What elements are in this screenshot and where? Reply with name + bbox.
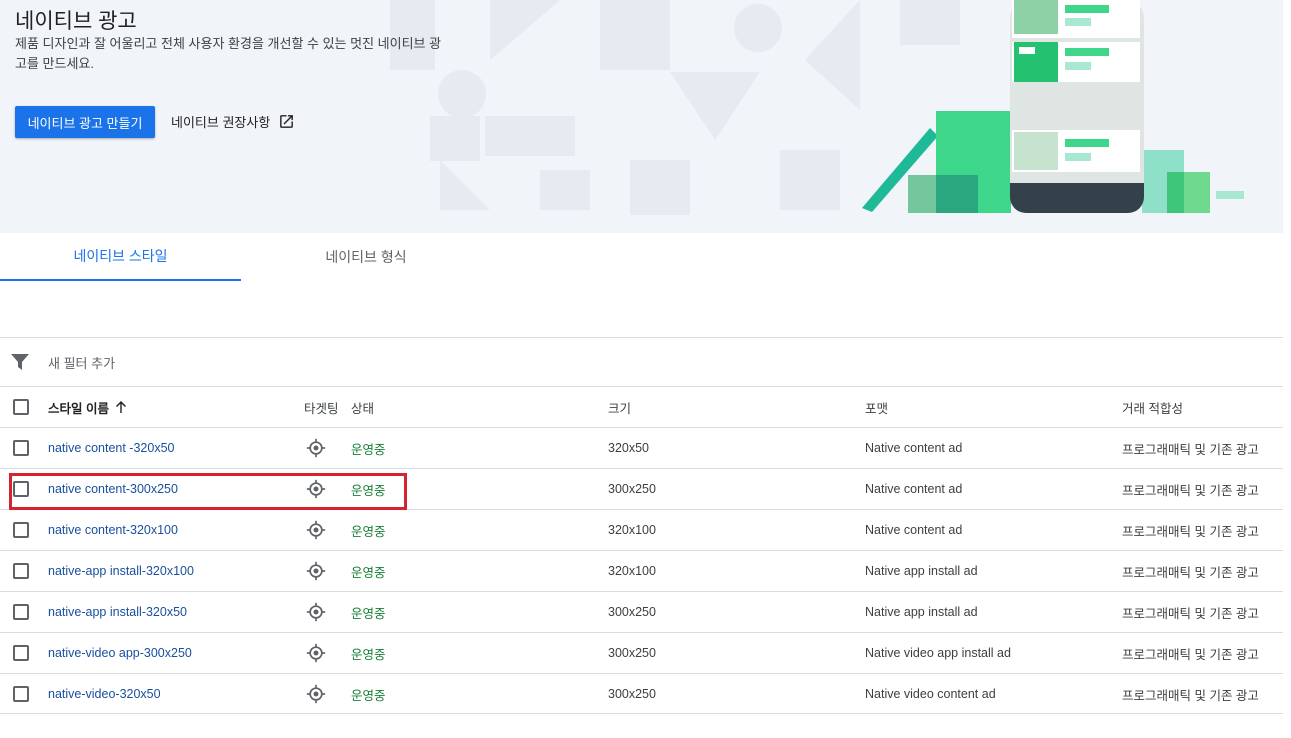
- tab-native-styles[interactable]: 네이티브 스타일: [0, 233, 241, 281]
- deal-eligibility-cell: 프로그래매틱 및 기존 광고: [1122, 606, 1259, 621]
- status-cell: 운영중: [351, 647, 386, 662]
- tab-native-formats[interactable]: 네이티브 형식: [246, 233, 486, 281]
- deal-eligibility-cell: 프로그래매틱 및 기존 광고: [1122, 688, 1259, 703]
- size-cell: 320x100: [608, 523, 656, 537]
- column-header-status[interactable]: 상태: [351, 387, 431, 427]
- deal-eligibility-cell: 프로그래매틱 및 기존 광고: [1122, 483, 1259, 498]
- targeting-icon[interactable]: [306, 684, 326, 704]
- deal-eligibility-cell: 프로그래매틱 및 기존 광고: [1122, 565, 1259, 580]
- style-name-link[interactable]: native content-320x100: [48, 523, 178, 537]
- arrow-up-icon: [115, 401, 126, 413]
- table-row: native-app install-320x100 운영중 320x100 Nati…: [0, 550, 1283, 591]
- format-cell: Native content ad: [865, 482, 963, 496]
- format-cell: Native app install ad: [865, 564, 978, 578]
- table-row: native-video-320x50 운영중 300x250 Native vide…: [0, 673, 1283, 714]
- table-row: native content -320x50 운영중 320x50 Native co…: [0, 427, 1283, 468]
- select-all-checkbox[interactable]: [13, 399, 29, 415]
- status-cell: 운영중: [351, 565, 386, 580]
- table-header: 스타일 이름 타겟팅 상태 크기 포맷 거래 적합성: [0, 386, 1283, 427]
- page-description: 제품 디자인과 잘 어울리고 전체 사용자 환경을 개선할 수 있는 멋진 네이…: [15, 36, 442, 71]
- add-filter-input[interactable]: 새 필터 추가: [48, 353, 115, 372]
- table-body: native content -320x50 운영중 320x50 Native co…: [0, 427, 1283, 714]
- column-header-target[interactable]: 타겟팅: [304, 387, 340, 427]
- format-cell: Native app install ad: [865, 605, 978, 619]
- column-header-deal[interactable]: 거래 적합성: [1122, 387, 1282, 427]
- table-row: native content-300x250 운영중 300x250 Native c…: [0, 468, 1283, 509]
- style-name-link[interactable]: native-app install-320x50: [48, 605, 187, 619]
- format-cell: Native video content ad: [865, 687, 996, 701]
- targeting-icon[interactable]: [306, 438, 326, 458]
- row-checkbox[interactable]: [13, 604, 29, 620]
- row-checkbox[interactable]: [13, 440, 29, 456]
- format-cell: Native content ad: [865, 523, 963, 537]
- column-header-name-label: 스타일 이름: [48, 401, 109, 416]
- hero-banner: 네이티브 광고 제품 디자인과 잘 어울리고 전체 사용자 환경을 개선할 수 …: [0, 0, 1283, 233]
- status-cell: 운영중: [351, 606, 386, 621]
- size-cell: 300x250: [608, 687, 656, 701]
- column-header-format[interactable]: 포맷: [865, 387, 1105, 427]
- table-row: native content-320x100 운영중 320x100 Native c…: [0, 509, 1283, 550]
- create-native-ad-button[interactable]: 네이티브 광고 만들기: [15, 106, 155, 138]
- table-row: native-video app-300x250 운영중 300x250 Native…: [0, 632, 1283, 673]
- style-name-link[interactable]: native content-300x250: [48, 482, 178, 496]
- column-header-name[interactable]: 스타일 이름: [48, 387, 288, 427]
- deal-eligibility-cell: 프로그래매틱 및 기존 광고: [1122, 442, 1259, 457]
- targeting-icon[interactable]: [306, 561, 326, 581]
- row-checkbox[interactable]: [13, 686, 29, 702]
- row-checkbox[interactable]: [13, 481, 29, 497]
- style-name-link[interactable]: native-video app-300x250: [48, 646, 192, 660]
- size-cell: 300x250: [608, 646, 656, 660]
- status-cell: 운영중: [351, 483, 386, 498]
- native-guidelines-label: 네이티브 권장사항: [171, 115, 271, 130]
- deal-eligibility-cell: 프로그래매틱 및 기존 광고: [1122, 647, 1259, 662]
- targeting-icon[interactable]: [306, 479, 326, 499]
- row-checkbox[interactable]: [13, 522, 29, 538]
- filter-icon[interactable]: [11, 354, 29, 370]
- style-name-link[interactable]: native content -320x50: [48, 441, 174, 455]
- style-name-link[interactable]: native-app install-320x100: [48, 564, 194, 578]
- page-title: 네이티브 광고: [15, 10, 137, 33]
- size-cell: 300x250: [608, 482, 656, 496]
- status-cell: 운영중: [351, 442, 386, 457]
- row-checkbox[interactable]: [13, 563, 29, 579]
- size-cell: 300x250: [608, 605, 656, 619]
- style-name-link[interactable]: native-video-320x50: [48, 687, 161, 701]
- status-cell: 운영중: [351, 688, 386, 703]
- size-cell: 320x100: [608, 564, 656, 578]
- format-cell: Native content ad: [865, 441, 963, 455]
- filter-bar: 새 필터 추가: [0, 338, 1283, 386]
- targeting-icon[interactable]: [306, 520, 326, 540]
- native-guidelines-link[interactable]: 네이티브 권장사항: [171, 112, 295, 131]
- tab-bar: 네이티브 스타일 네이티브 형식: [0, 233, 1283, 281]
- size-cell: 320x50: [608, 441, 650, 455]
- format-cell: Native video app install ad: [865, 646, 1011, 660]
- table-row: native-app install-320x50 운영중 300x250 Nativ…: [0, 591, 1283, 632]
- row-checkbox[interactable]: [13, 645, 29, 661]
- targeting-icon[interactable]: [306, 602, 326, 622]
- styles-table: 스타일 이름 타겟팅 상태 크기 포맷 거래 적합성 native conten…: [0, 386, 1283, 714]
- deal-eligibility-cell: 프로그래매틱 및 기존 광고: [1122, 524, 1259, 539]
- targeting-icon[interactable]: [306, 643, 326, 663]
- open-in-new-icon: [280, 115, 294, 128]
- status-cell: 운영중: [351, 524, 386, 539]
- column-header-size[interactable]: 크기: [608, 387, 808, 427]
